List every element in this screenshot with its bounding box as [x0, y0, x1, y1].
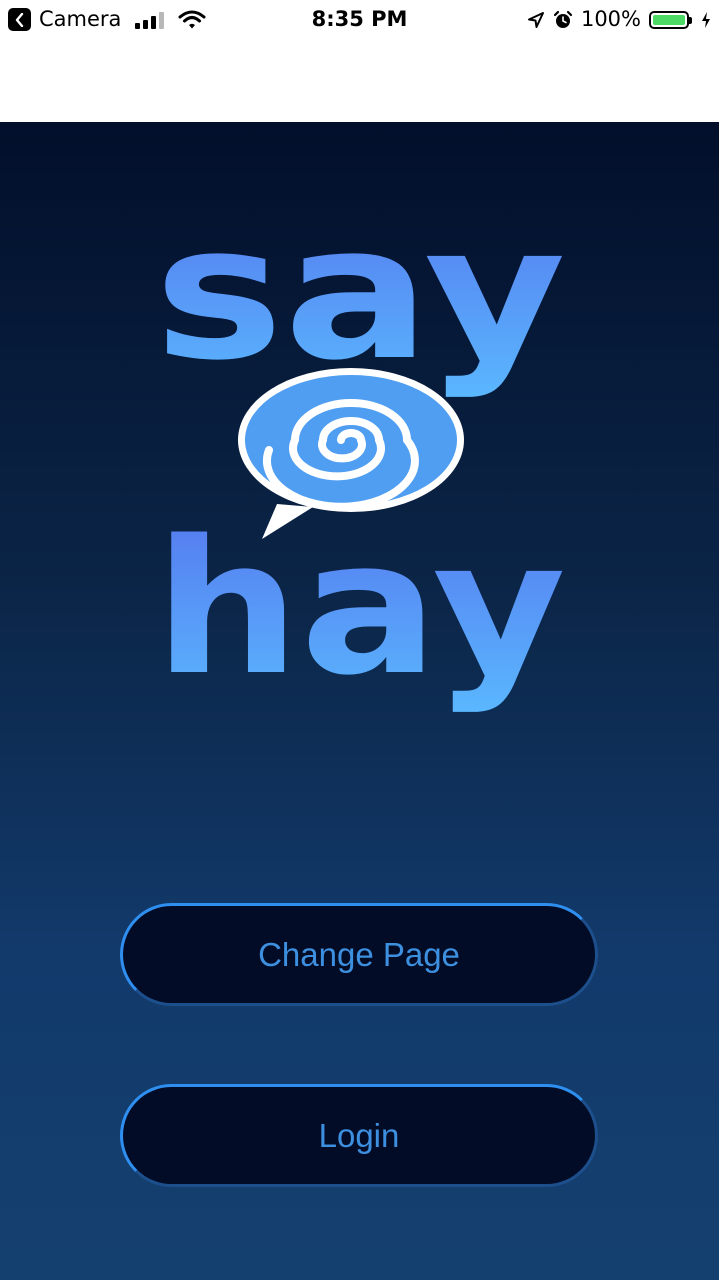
charging-bolt-icon: [702, 11, 710, 28]
logo-word-hay: hay: [154, 500, 566, 716]
battery-icon: [649, 10, 692, 29]
battery-level-fill: [653, 14, 685, 25]
status-bar-right: 100%: [527, 8, 711, 31]
status-bar: Camera 8:35 PM 100%: [0, 0, 719, 40]
change-page-button[interactable]: Change Page: [120, 903, 598, 1006]
alarm-clock-icon: [553, 10, 573, 28]
navigation-bar: [0, 40, 719, 122]
location-arrow-icon: [527, 11, 544, 28]
say-hay-logo: say hay: [154, 217, 566, 716]
battery-percentage: 100%: [580, 7, 641, 31]
login-label: Login: [318, 1116, 400, 1154]
login-button[interactable]: Login: [120, 1084, 598, 1187]
main-content: say hay Change Page Login: [0, 122, 719, 1280]
change-page-label: Change Page: [258, 935, 460, 973]
